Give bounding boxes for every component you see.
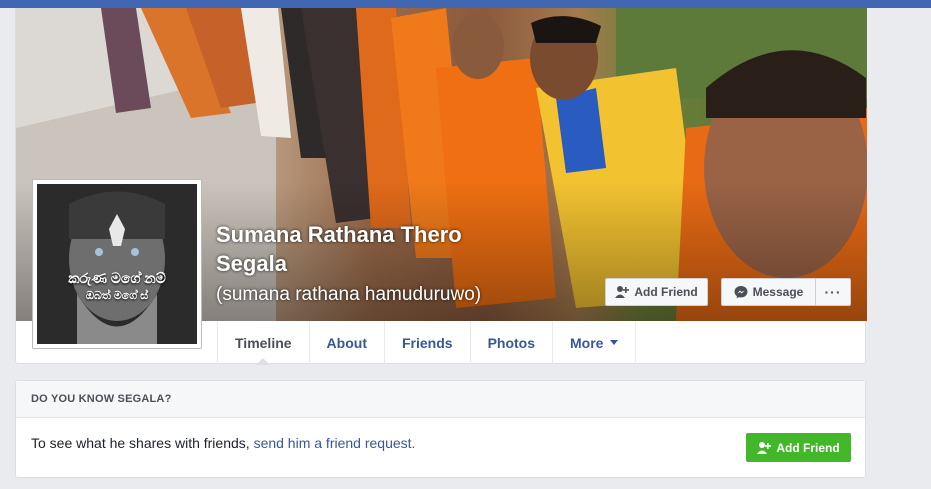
tab-friends[interactable]: Friends — [385, 321, 471, 364]
profile-alternate-name: (sumana rathana hamuduruwo) — [216, 284, 482, 305]
add-friend-icon — [615, 286, 630, 298]
tab-about[interactable]: About — [310, 321, 385, 364]
add-friend-button[interactable]: Add Friend — [746, 433, 851, 462]
avatar-caption: කරුණ මගේ නම් ඔබත් මගේ ස් — [37, 270, 197, 304]
profile-name-block: Sumana Rathana Thero Segala (sumana rath… — [216, 220, 481, 309]
top-navigation-bar — [0, 0, 931, 8]
avatar-image — [37, 184, 197, 344]
friend-request-link[interactable]: send him a friend request. — [254, 435, 416, 451]
tab-timeline-label: Timeline — [235, 334, 292, 351]
profile-picture[interactable]: කරුණ මගේ නම් ඔබත් මගේ ස් — [32, 179, 202, 349]
more-dots-icon: ··· — [824, 284, 842, 300]
avatar-caption-line2: ඔබත් මගේ ස් — [85, 290, 149, 302]
do-you-know-card: DO YOU KNOW SEGALA? To see what he share… — [15, 380, 866, 478]
tab-more[interactable]: More — [553, 321, 637, 364]
message-button[interactable]: Message — [721, 278, 816, 306]
profile-header-card: කරුණ මගේ නම් ඔබත් මගේ ස් Sumana Rathana … — [15, 8, 867, 365]
more-options-button[interactable]: ··· — [815, 278, 851, 306]
do-you-know-header: DO YOU KNOW SEGALA? — [16, 381, 865, 418]
profile-name-line2[interactable]: Segala — [216, 249, 481, 278]
do-you-know-text: To see what he shares with friends, — [31, 435, 254, 451]
tab-photos-label: Photos — [487, 334, 536, 351]
messenger-icon — [734, 286, 748, 299]
tab-photos[interactable]: Photos — [471, 321, 554, 364]
caret-down-icon — [610, 340, 619, 345]
tab-more-label: More — [570, 334, 604, 351]
tab-about-label: About — [326, 334, 367, 351]
profile-name-line1[interactable]: Sumana Rathana Thero — [216, 220, 481, 249]
tab-friends-label: Friends — [401, 334, 453, 351]
message-label: Message — [752, 285, 804, 299]
avatar-caption-line1: කරුණ මගේ නම් — [68, 270, 166, 286]
cover-add-friend-button[interactable]: Add Friend — [605, 278, 708, 306]
profile-tabs: Timeline About Friends Photos More — [217, 321, 637, 365]
add-friend-icon — [757, 441, 772, 454]
add-friend-label: Add Friend — [776, 440, 840, 455]
avatar: කරුණ මගේ නම් ඔබත් මගේ ස් — [37, 184, 197, 344]
tab-timeline[interactable]: Timeline — [217, 321, 310, 365]
cover-add-friend-label: Add Friend — [634, 285, 698, 299]
do-you-know-body: To see what he shares with friends, send… — [31, 435, 415, 451]
